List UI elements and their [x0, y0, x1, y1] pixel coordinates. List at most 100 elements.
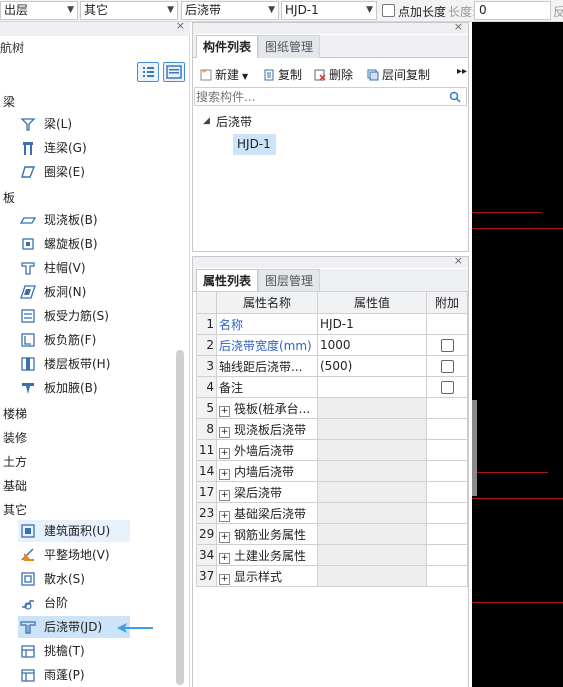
property-value[interactable]	[317, 376, 427, 398]
property-value[interactable]: 1000	[317, 334, 427, 356]
property-value[interactable]: (500)	[317, 355, 427, 377]
expand-icon[interactable]: +	[219, 510, 230, 522]
floor-select[interactable]: 出层 ▼	[0, 1, 78, 20]
floor-select-value: 出层	[4, 3, 29, 17]
nav-group-other[interactable]: 其它	[3, 501, 27, 518]
nav-group-foundation[interactable]: 基础	[3, 477, 27, 494]
nav-group-decoration[interactable]: 装修	[3, 429, 27, 446]
tab-drawing-management[interactable]: 图纸管理	[258, 35, 321, 58]
floor-copy-button[interactable]: 层间复制	[367, 66, 430, 84]
nav-item-steps[interactable]: 台阶	[18, 592, 130, 614]
list-view-button[interactable]	[137, 62, 159, 82]
property-group[interactable]: + 钢筋业务属性	[216, 523, 318, 545]
expand-icon[interactable]: +	[219, 573, 230, 585]
property-group[interactable]: + 外墙后浇带	[216, 439, 318, 461]
detail-view-button[interactable]	[163, 62, 185, 82]
property-group[interactable]: + 梁后浇带	[216, 481, 318, 503]
table-row[interactable]: 23 + 基础梁后浇带	[196, 502, 468, 524]
table-row[interactable]: 5 + 筏板(桩承台...	[196, 397, 468, 419]
component-type-select[interactable]: 后浇带 ▼	[181, 1, 279, 20]
tab-property-list[interactable]: 属性列表	[196, 269, 259, 292]
expand-icon[interactable]: +	[219, 405, 230, 417]
property-group[interactable]: + 显示样式	[216, 565, 318, 587]
more-icon[interactable]: ▸▸	[457, 66, 467, 77]
search-component-input[interactable]	[195, 88, 436, 105]
nav-item-building-area[interactable]: 建筑面积(U)	[18, 520, 130, 542]
copy-button[interactable]: 复制	[263, 66, 302, 84]
nav-item-coupling-beam[interactable]: 连梁(G)	[18, 137, 130, 159]
property-panel-tabs: 属性列表 图层管理	[193, 269, 468, 292]
tree-root-label[interactable]: 后浇带	[216, 113, 252, 130]
property-group[interactable]: + 内墙后浇带	[216, 460, 318, 482]
table-row[interactable]: 37 + 显示样式	[196, 565, 468, 587]
table-row[interactable]: 14 + 内墙后浇带	[196, 460, 468, 482]
point-length-checkbox[interactable]	[382, 4, 395, 17]
length-input[interactable]: 0	[474, 1, 551, 20]
row-number: 3	[196, 355, 217, 377]
nav-item-negative-rebar[interactable]: 板负筋(F)	[18, 329, 130, 351]
close-icon[interactable]: ×	[454, 254, 463, 267]
search-icon[interactable]	[449, 91, 461, 103]
table-row[interactable]: 17 + 梁后浇带	[196, 481, 468, 503]
nav-item-eave[interactable]: 挑檐(T)	[18, 640, 130, 662]
property-group[interactable]: + 基础梁后浇带	[216, 502, 318, 524]
property-group[interactable]: + 土建业务属性	[216, 544, 318, 566]
close-icon[interactable]: ×	[454, 20, 463, 33]
attach-checkbox[interactable]	[440, 338, 454, 352]
table-row[interactable]: 2 后浇带宽度(mm) 1000	[196, 334, 468, 356]
tab-layer-management[interactable]: 图层管理	[258, 269, 321, 292]
nav-item-canopy[interactable]: 雨蓬(P)	[18, 664, 130, 686]
close-icon[interactable]: ×	[176, 19, 185, 32]
table-row[interactable]: 11 + 外墙后浇带	[196, 439, 468, 461]
nav-group-slab[interactable]: 板	[3, 189, 15, 206]
nav-item-spiral-slab[interactable]: 螺旋板(B)	[18, 233, 130, 255]
nav-item-cast-slab[interactable]: 现浇板(B)	[18, 209, 130, 231]
property-value	[317, 523, 427, 545]
nav-group-beam[interactable]: 梁	[3, 93, 15, 110]
nav-scrollbar[interactable]	[176, 350, 184, 685]
attach-checkbox[interactable]	[440, 359, 454, 373]
nav-item-beam[interactable]: 梁(L)	[18, 113, 130, 135]
steps-icon	[22, 600, 34, 610]
new-button[interactable]: 新建 ▼	[200, 66, 248, 84]
nav-group-stairs[interactable]: 楼梯	[3, 405, 27, 422]
property-value[interactable]: HJD-1	[317, 313, 427, 335]
nav-item-slab-haunch[interactable]: 板加腋(B)	[18, 377, 130, 399]
delete-button[interactable]: 删除	[314, 66, 353, 84]
expand-icon[interactable]: +	[219, 447, 230, 459]
table-row[interactable]: 1 名称 HJD-1	[196, 313, 468, 335]
panel-splitter-handle[interactable]	[472, 400, 477, 496]
expand-icon[interactable]: +	[219, 468, 230, 480]
nav-item-post-cast-strip[interactable]: 后浇带(JD)	[18, 616, 130, 638]
slab-haunch-icon	[22, 383, 34, 394]
expand-icon[interactable]: +	[219, 531, 230, 543]
table-row[interactable]: 29 + 钢筋业务属性	[196, 523, 468, 545]
table-row[interactable]: 3 轴线距后浇带... (500)	[196, 355, 468, 377]
expand-icon[interactable]: +	[219, 552, 230, 564]
category-select[interactable]: 其它 ▼	[80, 1, 178, 20]
table-row[interactable]: 4 备注	[196, 376, 468, 398]
nav-item-label: 现浇板(B)	[44, 213, 98, 227]
expand-icon[interactable]: +	[219, 426, 230, 438]
nav-item-column-cap[interactable]: 柱帽(V)	[18, 257, 130, 279]
table-row[interactable]: 8 + 现浇板后浇带	[196, 418, 468, 440]
nav-group-earthwork[interactable]: 土方	[3, 453, 27, 470]
tree-collapse-icon[interactable]: ◢	[203, 116, 210, 126]
nav-item-ring-beam[interactable]: 圈梁(E)	[18, 161, 130, 183]
tab-component-list[interactable]: 构件列表	[196, 35, 259, 58]
nav-item-slab-strip[interactable]: 楼层板带(H)	[18, 353, 130, 375]
nav-item-slab-hole[interactable]: 板洞(N)	[18, 281, 130, 303]
table-row[interactable]: 34 + 土建业务属性	[196, 544, 468, 566]
attach-checkbox[interactable]	[440, 380, 454, 394]
property-group[interactable]: + 筏板(桩承台...	[216, 397, 318, 419]
property-group[interactable]: + 现浇板后浇带	[216, 418, 318, 440]
expand-icon[interactable]: +	[219, 489, 230, 501]
tree-item-selected[interactable]: HJD-1	[233, 134, 276, 155]
nav-item-apron[interactable]: 散水(S)	[18, 568, 130, 590]
drawing-canvas[interactable]	[472, 22, 563, 687]
nav-item-site-leveling[interactable]: 平整场地(V)	[18, 544, 130, 566]
row-number: 14	[196, 460, 217, 482]
search-component-field[interactable]	[194, 87, 467, 106]
component-select[interactable]: HJD-1 ▼	[281, 1, 377, 20]
nav-item-slab-rebar[interactable]: 板受力筋(S)	[18, 305, 130, 327]
